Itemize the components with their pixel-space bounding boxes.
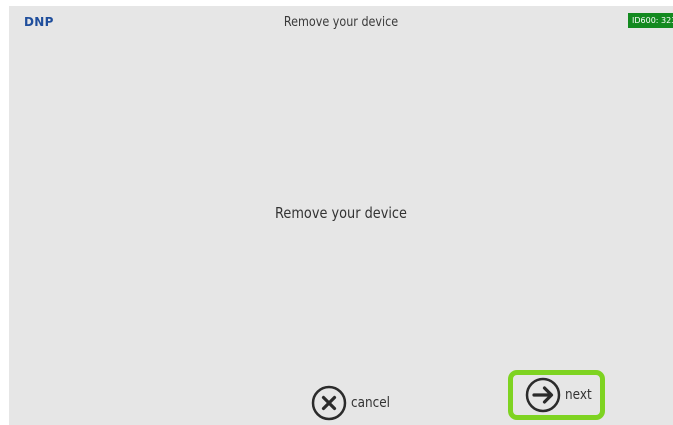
- next-button[interactable]: next: [508, 370, 605, 420]
- page-title: Remove your device: [283, 15, 399, 30]
- device-id-badge: ID600: 323: [628, 13, 673, 28]
- close-circle-icon: [311, 385, 347, 421]
- cancel-button[interactable]: cancel: [311, 385, 396, 421]
- cancel-label: cancel: [351, 395, 391, 411]
- kiosk-screen: DNP Remove your device ID600: 323 Remove…: [9, 6, 673, 425]
- next-label: next: [565, 387, 592, 403]
- dnp-logo: DNP: [24, 15, 54, 29]
- instruction-message: Remove your device: [275, 204, 407, 222]
- arrow-right-circle-icon: [525, 377, 561, 413]
